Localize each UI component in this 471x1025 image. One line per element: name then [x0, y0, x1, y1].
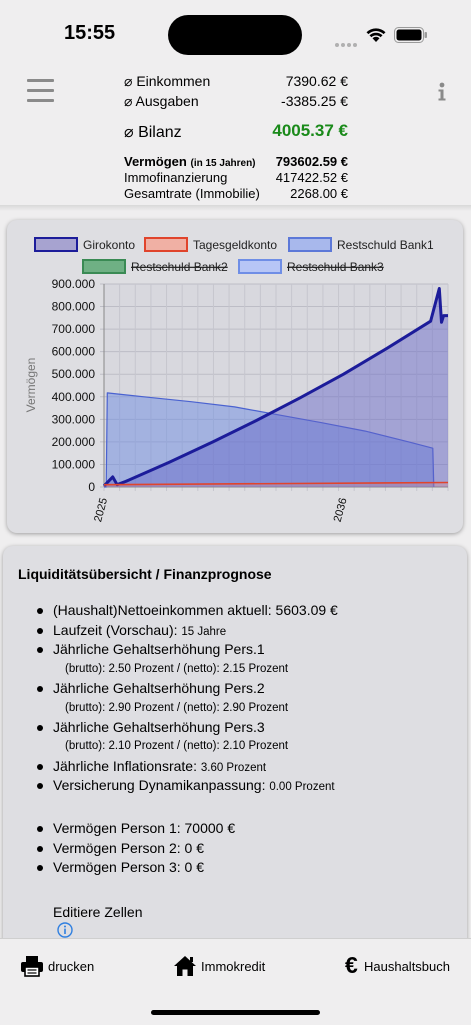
tab-print[interactable]: drucken	[20, 955, 130, 979]
item-value: 15 Jahre	[181, 626, 227, 638]
y-tick-label: 400.000	[52, 390, 96, 404]
wifi-icon	[365, 26, 387, 48]
tab-immokredit-label: Immokredit	[201, 959, 266, 974]
tab-immokredit[interactable]: Immokredit	[173, 955, 283, 979]
euro-icon: €	[345, 952, 358, 978]
list-item: Jährliche Gehaltserhöhung Pers.2	[37, 680, 265, 696]
y-tick-label: 500.000	[52, 367, 96, 381]
salary-sub-3: (brutto): 2.10 Prozent / (netto): 2.10 P…	[65, 740, 289, 752]
y-tick-label: 800.000	[52, 300, 96, 314]
liquidity-title: Liquiditätsübersicht / Finanzprognose	[18, 566, 272, 582]
battery-icon	[394, 27, 428, 48]
list-item: Vermögen Person 2: 0 €	[37, 840, 204, 856]
item-label: Jährliche Gehaltserhöhung Pers.3	[53, 719, 265, 735]
legend-swatch-1	[144, 237, 188, 252]
legend-label-0: Girokonto	[83, 238, 135, 252]
item-label: Jährliche Gehaltserhöhung Pers.2	[53, 680, 265, 696]
y-tick-label: 900.000	[52, 277, 96, 291]
item-value: 3.60 Prozent	[200, 762, 267, 774]
legend-label-3: Restschuld Bank2	[131, 260, 228, 274]
printer-icon	[20, 955, 44, 982]
immo-value: 417422.52 €	[275, 170, 348, 185]
item-value: 0.00 Prozent	[269, 781, 335, 793]
salary-sub-1: (brutto): 2.50 Prozent / (netto): 2.15 P…	[65, 663, 289, 675]
section-divider	[0, 205, 471, 211]
liquidity-card: Liquiditätsübersicht / Finanzprognose (H…	[3, 546, 467, 966]
legend-swatch-2	[288, 237, 332, 252]
legend-swatch-0	[34, 237, 78, 252]
list-item: Vermögen Person 1: 70000 €	[37, 820, 236, 836]
salary-sub-2: (brutto): 2.90 Prozent / (netto): 2.90 P…	[65, 702, 289, 714]
tab-haushaltsbuch-label: Haushaltsbuch	[364, 959, 450, 974]
y-tick-label: 700.000	[52, 322, 96, 336]
ausgaben-label: ⌀ Ausgaben	[124, 93, 199, 109]
y-tick-label: 600.000	[52, 345, 96, 359]
edit-cells-link[interactable]: Editiere Zellen	[53, 904, 143, 920]
y-tick-label: 300.000	[52, 412, 96, 426]
cellular-icon	[334, 36, 358, 54]
list-item: Vermögen Person 3: 0 €	[37, 859, 204, 875]
item-label: (Haushalt)Nettoeinkommen aktuell: 5603.0…	[53, 602, 338, 618]
y-tick-label: 200.000	[52, 435, 96, 449]
list-item: Jährliche Inflationsrate: 3.60 Prozent	[37, 758, 267, 774]
home-indicator	[151, 1010, 320, 1015]
item-label: Jährliche Inflationsrate:	[53, 758, 201, 774]
dynamic-island	[168, 15, 302, 55]
einkommen-label: ⌀ Einkommen	[124, 73, 211, 89]
person-assets: Vermögen Person 1: 70000 €	[53, 820, 236, 836]
list-item: Jährliche Gehaltserhöhung Pers.1	[37, 641, 265, 657]
x-tick-label: 2025	[92, 497, 110, 524]
y-axis-label: Vermögen	[24, 358, 38, 413]
legend-label-4: Restschuld Bank3	[287, 260, 384, 274]
bilanz-value: 4005.37 €	[272, 121, 348, 140]
ausgaben-value: -3385.25 €	[281, 93, 348, 109]
item-label: Laufzeit (Vorschau):	[53, 622, 182, 638]
bilanz-label: ⌀ Bilanz	[124, 124, 182, 141]
vermoegen-value: 793602.59 €	[275, 154, 348, 169]
chart-card: Girokonto Tagesgeldkonto Restschuld Bank1 R…	[7, 220, 463, 533]
legend-swatch-3	[82, 259, 126, 274]
legend-swatch-4	[238, 259, 282, 274]
person-assets: Vermögen Person 3: 0 €	[53, 859, 204, 875]
list-item: (Haushalt)Nettoeinkommen aktuell: 5603.0…	[37, 602, 338, 618]
hamburger-icon[interactable]	[27, 79, 54, 109]
x-tick-label: 2036	[332, 497, 350, 524]
tab-haushaltsbuch[interactable]: € Haushaltsbuch	[345, 952, 465, 979]
einkommen-value: 7390.62 €	[285, 73, 348, 89]
list-item: Versicherung Dynamikanpassung: 0.00 Proz…	[37, 777, 335, 793]
item-label: Jährliche Gehaltserhöhung Pers.1	[53, 641, 265, 657]
y-tick-label: 100.000	[52, 457, 96, 471]
bottom-tab-bar: drucken Immokredit € Haushaltsbuch	[0, 938, 471, 1025]
list-item: Jährliche Gehaltserhöhung Pers.3	[37, 719, 265, 735]
legend-label-1: Tagesgeldkonto	[193, 238, 277, 252]
person-assets: Vermögen Person 2: 0 €	[53, 840, 204, 856]
legend-label-2: Restschuld Bank1	[337, 238, 434, 252]
tab-print-label: drucken	[48, 959, 95, 974]
info-icon[interactable]	[437, 82, 447, 107]
list-item: Laufzeit (Vorschau): 15 Jahre	[37, 622, 227, 638]
home-icon	[173, 955, 197, 982]
vermoegen-title: Vermögen	[124, 154, 187, 169]
item-label: Versicherung Dynamikanpassung:	[53, 777, 270, 793]
status-time: 15:55	[64, 22, 116, 44]
rate-value: 2268.00 €	[290, 186, 348, 201]
y-tick-label: 0	[88, 480, 95, 494]
chart-svg: Girokonto Tagesgeldkonto Restschuld Bank1 R…	[24, 237, 449, 524]
